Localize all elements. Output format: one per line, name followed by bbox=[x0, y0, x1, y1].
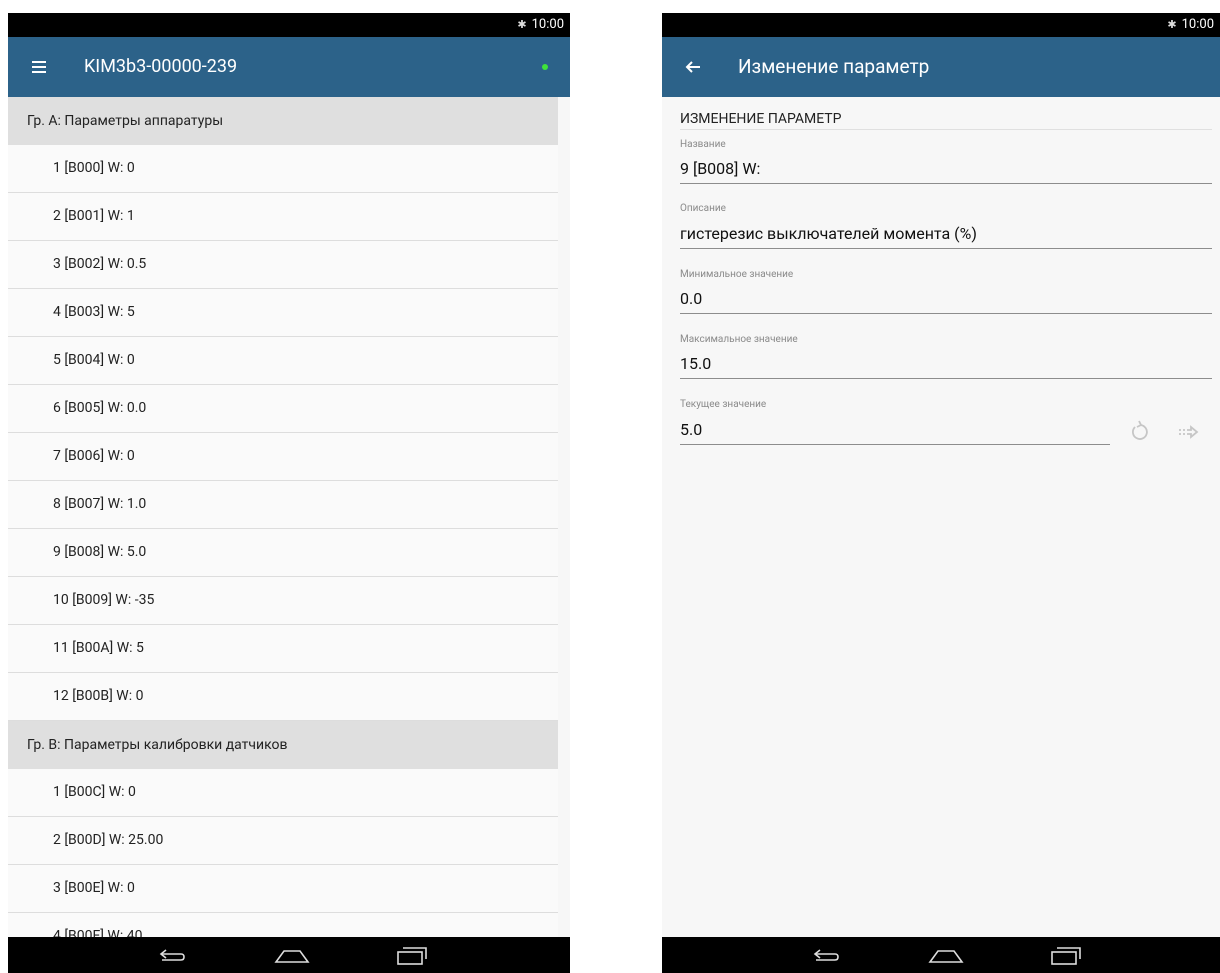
bluetooth-icon: ✱ bbox=[1167, 18, 1177, 31]
max-value-label: Максимальное значение bbox=[680, 334, 798, 345]
menu-icon[interactable] bbox=[26, 51, 54, 83]
nav-back-icon[interactable] bbox=[804, 943, 844, 967]
screen-title: Изменение параметр bbox=[738, 55, 930, 78]
group-header: Гр. A: Параметры аппаратуры bbox=[8, 97, 558, 145]
reset-icon[interactable] bbox=[1126, 419, 1152, 445]
parameter-list-item[interactable]: 12 [B00B] W: 0 bbox=[8, 673, 558, 721]
parameter-list-item[interactable]: 11 [B00A] W: 5 bbox=[8, 625, 558, 673]
edit-parameter-screen: ✱ 10:00 Изменение параметр ИЗМЕНЕНИЕ ПАРА… bbox=[662, 13, 1220, 973]
nav-home-icon[interactable] bbox=[272, 943, 312, 967]
parameter-list-item[interactable]: 10 [B009] W: -35 bbox=[8, 577, 558, 625]
parameter-list-screen: ✱ 10:00 KIM3b3-00000-239 Гр. A: Параметры… bbox=[8, 13, 570, 973]
system-nav-bar bbox=[8, 937, 570, 973]
max-value-field: 15.0 bbox=[680, 354, 1212, 379]
status-time: 10:00 bbox=[531, 17, 564, 32]
current-value-input[interactable]: 5.0 bbox=[680, 420, 1110, 445]
parameter-list-item[interactable]: 2 [B001] W: 1 bbox=[8, 193, 558, 241]
description-label: Описание bbox=[680, 203, 726, 214]
status-bar: ✱ 10:00 bbox=[8, 13, 570, 37]
name-field: 9 [B008] W: bbox=[680, 159, 1212, 184]
parameter-list-item[interactable]: 5 [B004] W: 0 bbox=[8, 337, 558, 385]
parameter-list-item[interactable]: 4 [B00F] W: 40 bbox=[8, 913, 558, 937]
parameter-list-item[interactable]: 4 [B003] W: 5 bbox=[8, 289, 558, 337]
back-arrow-icon[interactable] bbox=[680, 51, 708, 83]
form-heading: ИЗМЕНЕНИЕ ПАРАМЕТР bbox=[680, 111, 1212, 130]
parameter-list: Гр. A: Параметры аппаратуры 1 [B000] W: 0… bbox=[8, 97, 570, 937]
nav-recents-icon[interactable] bbox=[1046, 943, 1086, 967]
device-title: KIM3b3-00000-239 bbox=[84, 56, 238, 77]
nav-home-icon[interactable] bbox=[926, 943, 966, 967]
parameter-list-item[interactable]: 8 [B007] W: 1.0 bbox=[8, 481, 558, 529]
description-field: гистерезис выключателей момента (%) bbox=[680, 224, 1212, 249]
parameter-list-item[interactable]: 7 [B006] W: 0 bbox=[8, 433, 558, 481]
app-toolbar: KIM3b3-00000-239 bbox=[8, 37, 570, 97]
bluetooth-icon: ✱ bbox=[517, 18, 527, 31]
parameter-list-item[interactable]: 2 [B00D] W: 25.00 bbox=[8, 817, 558, 865]
group-header: Гр. B: Параметры калибровки датчиков bbox=[8, 721, 558, 769]
parameter-list-item[interactable]: 6 [B005] W: 0.0 bbox=[8, 385, 558, 433]
nav-back-icon[interactable] bbox=[150, 943, 190, 967]
nav-recents-icon[interactable] bbox=[392, 943, 432, 967]
parameter-list-item[interactable]: 3 [B002] W: 0.5 bbox=[8, 241, 558, 289]
status-time: 10:00 bbox=[1181, 17, 1214, 32]
min-value-field: 0.0 bbox=[680, 289, 1212, 314]
status-bar: ✱ 10:00 bbox=[662, 13, 1220, 37]
connection-status-dot bbox=[542, 64, 548, 70]
min-value-label: Минимальное значение bbox=[680, 269, 794, 280]
parameter-list-item[interactable]: 1 [B00C] W: 0 bbox=[8, 769, 558, 817]
current-value-label: Текущее значение bbox=[680, 399, 767, 410]
parameter-list-item[interactable]: 1 [B000] W: 0 bbox=[8, 145, 558, 193]
parameter-list-item[interactable]: 3 [B00E] W: 0 bbox=[8, 865, 558, 913]
name-label: Название bbox=[680, 139, 726, 150]
system-nav-bar bbox=[662, 937, 1220, 973]
parameter-list-item[interactable]: 9 [B008] W: 5.0 bbox=[8, 529, 558, 577]
apply-arrow-icon[interactable] bbox=[1176, 419, 1202, 445]
app-toolbar: Изменение параметр bbox=[662, 37, 1220, 97]
